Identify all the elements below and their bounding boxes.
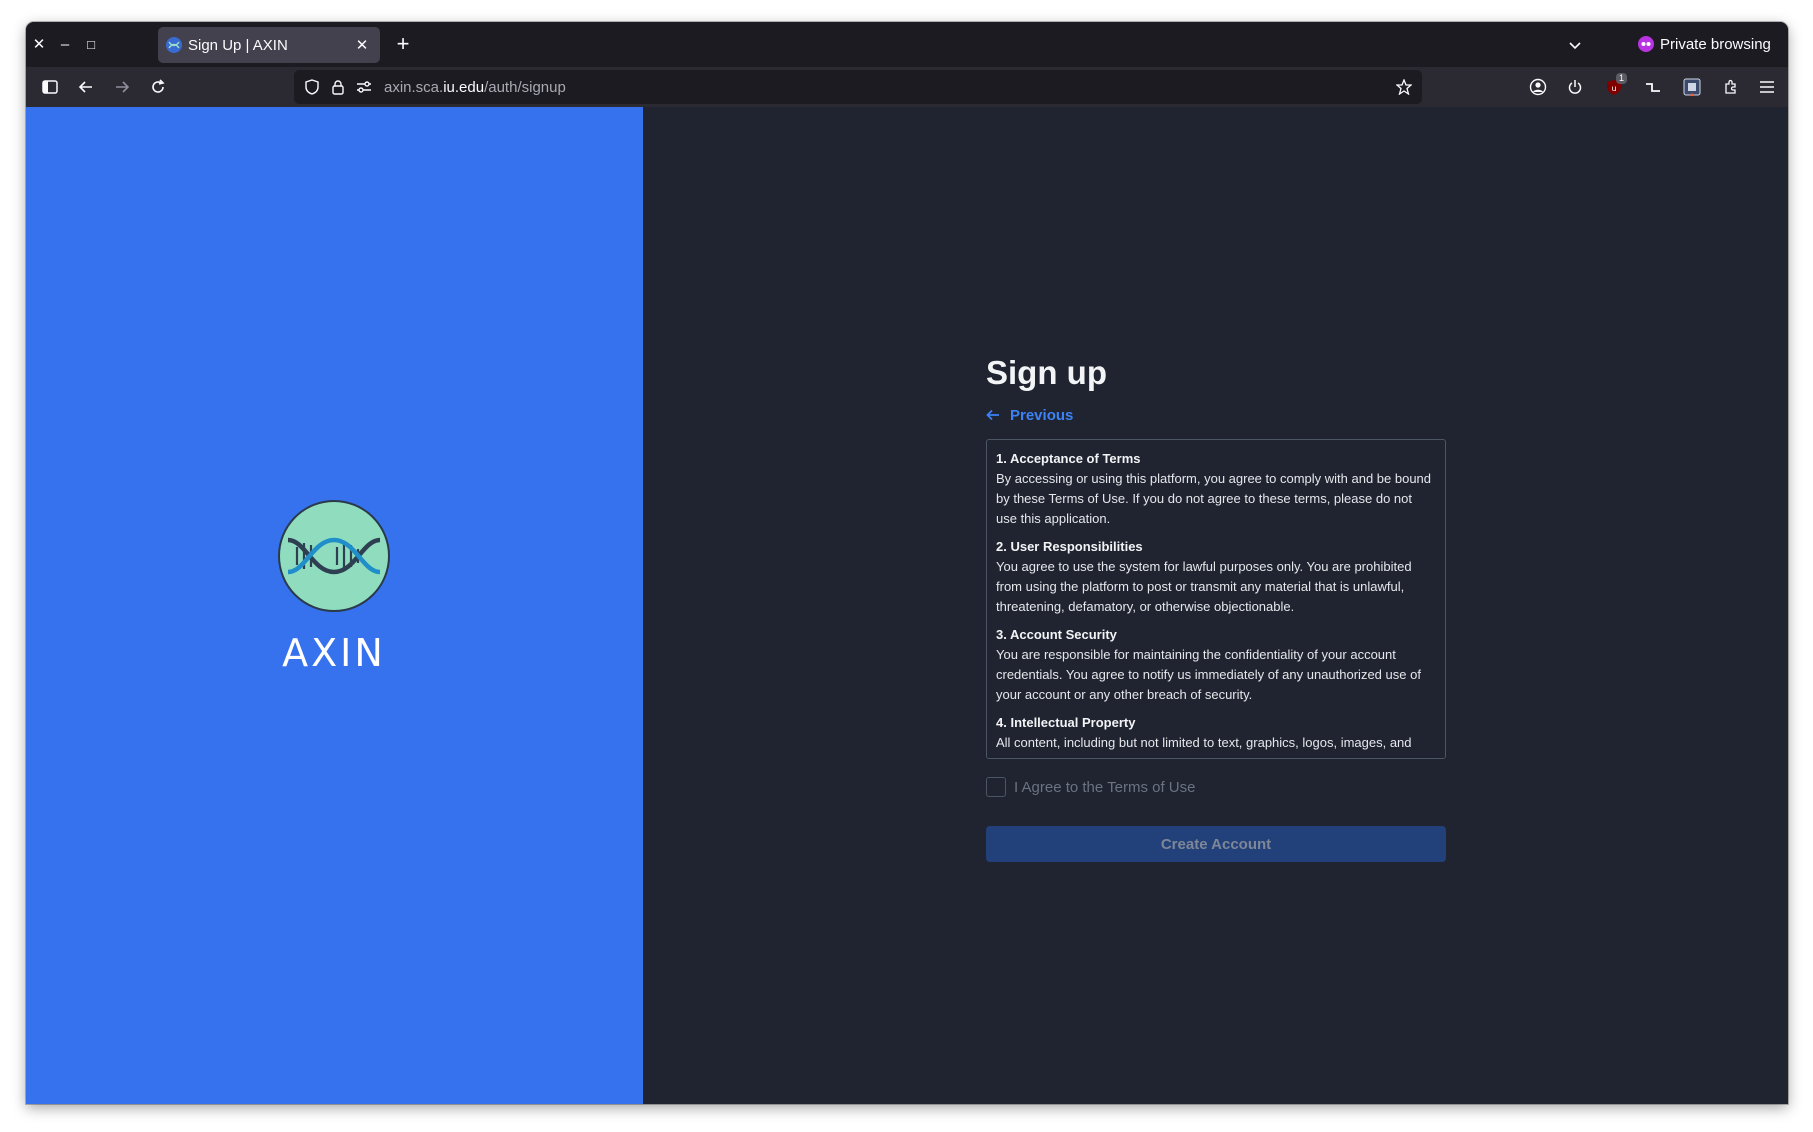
app-menu-button[interactable] bbox=[1752, 73, 1782, 101]
private-browsing-label: Private browsing bbox=[1660, 35, 1771, 53]
step-icon bbox=[1646, 83, 1660, 92]
list-all-tabs-button[interactable] bbox=[1563, 33, 1587, 57]
window-maximize-button[interactable]: □ bbox=[78, 31, 104, 57]
extension-app-icon bbox=[1683, 78, 1701, 96]
bookmark-star-icon[interactable] bbox=[1392, 75, 1416, 99]
axin-favicon-icon bbox=[166, 37, 182, 53]
chevron-down-icon bbox=[1569, 42, 1581, 50]
terms-section: 4. Intellectual Property All content, in… bbox=[996, 713, 1436, 753]
power-extension-button[interactable] bbox=[1560, 73, 1590, 101]
window-close-button[interactable]: ✕ bbox=[26, 31, 52, 57]
navigation-bar: axin.sca.iu.edu/auth/signup u 1 bbox=[26, 67, 1788, 107]
address-bar[interactable]: axin.sca.iu.edu/auth/signup bbox=[294, 70, 1422, 104]
window-minimize-button[interactable]: – bbox=[52, 31, 78, 57]
private-mask-icon bbox=[1638, 36, 1654, 52]
permissions-icon[interactable] bbox=[352, 75, 376, 99]
terms-section-heading: 1. Acceptance of Terms bbox=[996, 451, 1141, 466]
url-text[interactable]: axin.sca.iu.edu/auth/signup bbox=[384, 79, 566, 96]
forward-button[interactable] bbox=[107, 73, 137, 101]
terms-section: 3. Account Security You are responsible … bbox=[996, 625, 1436, 705]
account-icon bbox=[1529, 78, 1547, 96]
arrow-right-icon bbox=[116, 81, 130, 93]
terms-section-body: You are responsible for maintaining the … bbox=[996, 647, 1421, 702]
tab-close-icon[interactable]: ✕ bbox=[352, 35, 372, 55]
extensions-button[interactable] bbox=[1716, 73, 1746, 101]
private-browsing-indicator: Private browsing bbox=[1638, 31, 1771, 57]
reload-button[interactable] bbox=[143, 73, 173, 101]
agree-terms-row[interactable]: I Agree to the Terms of Use bbox=[986, 776, 1446, 798]
terms-section-heading: 3. Account Security bbox=[996, 627, 1117, 642]
previous-link[interactable]: Previous bbox=[986, 404, 1446, 426]
back-button[interactable] bbox=[71, 73, 101, 101]
brand-name: AXIN bbox=[282, 631, 386, 675]
page-title: Sign up bbox=[986, 354, 1107, 391]
tab-strip: ✕ – □ Sign Up | AXIN ✕ + Private browsin… bbox=[26, 22, 1788, 67]
previous-label: Previous bbox=[1010, 406, 1074, 424]
sidebar-icon bbox=[42, 80, 58, 94]
browser-window: ✕ – □ Sign Up | AXIN ✕ + Private browsin… bbox=[26, 22, 1788, 1104]
power-icon bbox=[1568, 80, 1582, 94]
terms-section-body: By accessing or using this platform, you… bbox=[996, 471, 1432, 526]
tab-signup[interactable]: Sign Up | AXIN ✕ bbox=[158, 27, 380, 63]
arrow-left-icon bbox=[986, 406, 1004, 424]
terms-section-body: You agree to use the system for lawful p… bbox=[996, 559, 1412, 614]
agree-terms-checkbox[interactable] bbox=[986, 777, 1006, 797]
terms-section-body: All content, including but not limited t… bbox=[996, 735, 1412, 750]
puzzle-piece-icon bbox=[1725, 79, 1736, 94]
terms-section-heading: 2. User Responsibilities bbox=[996, 539, 1143, 554]
reload-icon bbox=[152, 79, 165, 93]
lock-icon[interactable] bbox=[326, 75, 350, 99]
extension-badge: 1 bbox=[1615, 73, 1627, 84]
hamburger-menu-icon bbox=[1760, 81, 1774, 93]
axin-logo bbox=[278, 500, 390, 612]
tab-title: Sign Up | AXIN bbox=[188, 36, 288, 54]
brand-panel: AXIN bbox=[26, 107, 643, 1104]
svg-text:u: u bbox=[1611, 84, 1616, 93]
terms-section: 1. Acceptance of Terms By accessing or u… bbox=[996, 449, 1436, 529]
page-content: AXIN Sign up Previous 1. Acceptance of T… bbox=[26, 107, 1788, 1104]
sidebar-toggle-button[interactable] bbox=[35, 73, 65, 101]
create-account-button[interactable]: Create Account bbox=[986, 826, 1446, 862]
translate-extension-button[interactable] bbox=[1677, 73, 1707, 101]
arrow-left-icon bbox=[78, 81, 92, 93]
dna-helix-icon bbox=[287, 537, 381, 575]
terms-section: 2. User Responsibilities You agree to us… bbox=[996, 537, 1436, 617]
signup-panel: Sign up Previous 1. Acceptance of Terms … bbox=[643, 107, 1788, 1104]
terms-section-heading: 4. Intellectual Property bbox=[996, 715, 1136, 730]
new-tab-button[interactable]: + bbox=[390, 32, 416, 58]
signup-form: Sign up Previous 1. Acceptance of Terms … bbox=[986, 353, 1446, 862]
ublock-extension-button[interactable]: u 1 bbox=[1599, 73, 1629, 101]
agree-terms-label: I Agree to the Terms of Use bbox=[1014, 778, 1196, 796]
step-extension-button[interactable] bbox=[1638, 73, 1668, 101]
account-button[interactable] bbox=[1523, 73, 1553, 101]
tracking-protection-shield-icon[interactable] bbox=[300, 75, 324, 99]
terms-of-use-scrollbox[interactable]: 1. Acceptance of Terms By accessing or u… bbox=[986, 439, 1446, 759]
